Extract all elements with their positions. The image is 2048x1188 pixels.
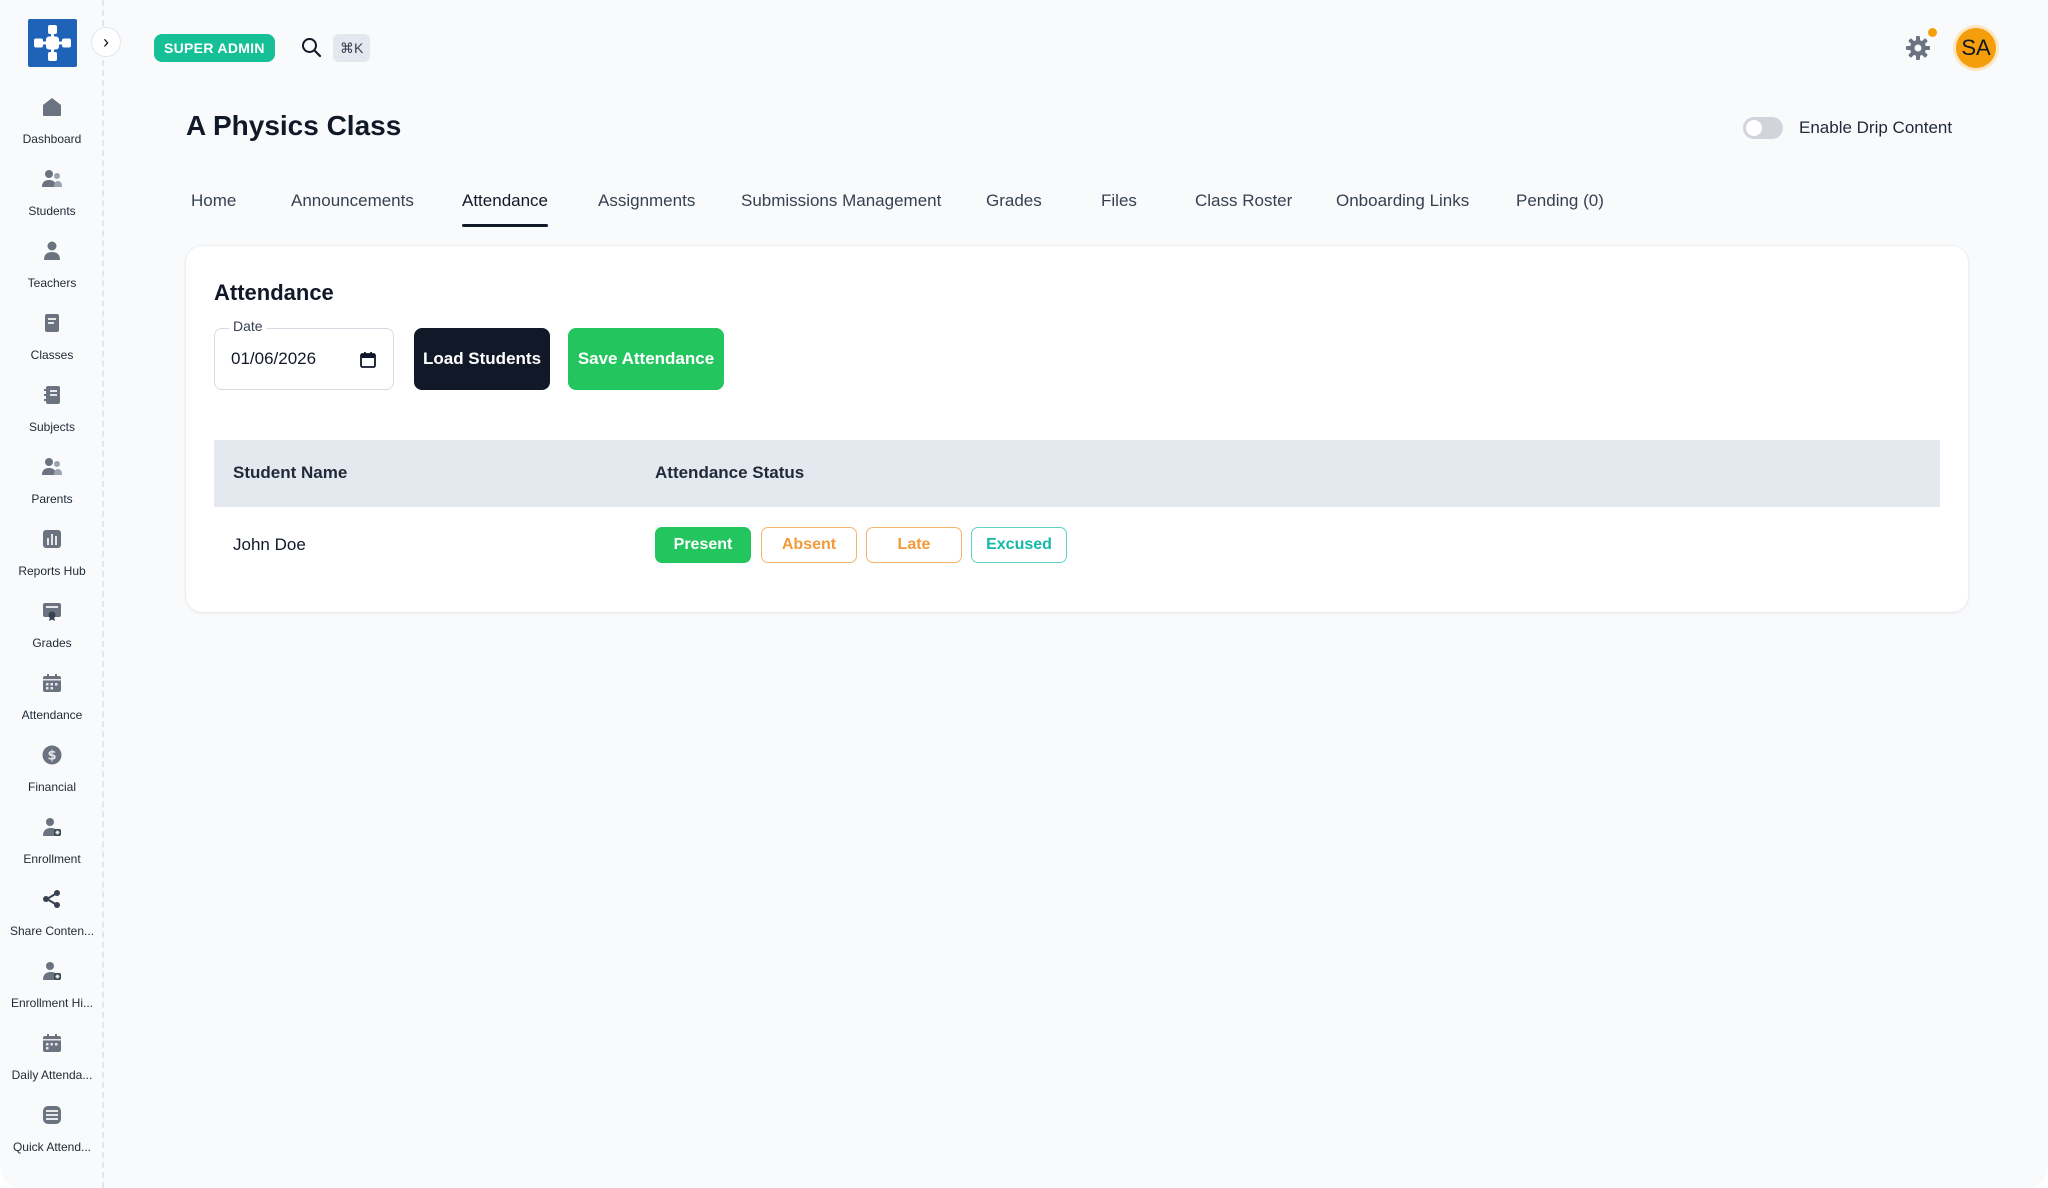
tab-pending[interactable]: Pending (0) — [1516, 188, 1604, 230]
app-logo[interactable] — [28, 19, 77, 67]
card-title: Attendance — [214, 280, 334, 305]
users-icon — [41, 168, 63, 190]
status-excused-button[interactable]: Excused — [971, 527, 1067, 563]
status-present-button[interactable]: Present — [655, 527, 751, 563]
tab-files[interactable]: Files — [1101, 188, 1137, 230]
share-icon — [41, 888, 63, 910]
users-icon — [41, 456, 63, 478]
sidebar-item-dashboard[interactable]: Dashboard — [0, 96, 104, 168]
tab-submissions-management[interactable]: Submissions Management — [741, 188, 941, 230]
attendance-card: Attendance Date Load Students Save Atten… — [186, 246, 1968, 612]
sidebar-item-attendance[interactable]: Attendance — [0, 672, 104, 744]
column-header-student-name: Student Name — [233, 463, 348, 482]
sidebar-collapse-button[interactable]: › — [91, 27, 121, 57]
sidebar-item-label: Classes — [30, 348, 74, 362]
sidebar-item-daily-attendance[interactable]: Daily Attenda... — [0, 1032, 104, 1104]
sidebar-item-classes[interactable]: Classes — [0, 312, 104, 384]
avatar[interactable]: SA — [1956, 28, 1996, 68]
tab-assignments[interactable]: Assignments — [598, 188, 695, 230]
search-icon[interactable] — [300, 36, 322, 58]
tab-class-roster[interactable]: Class Roster — [1195, 188, 1292, 230]
drip-content-toggle[interactable] — [1743, 117, 1783, 139]
sidebar-item-label: Parents — [31, 492, 73, 506]
user-add-icon — [41, 960, 63, 982]
home-icon — [41, 96, 63, 118]
sidebar: Dashboard Students Teachers Classes Subj — [0, 0, 104, 1188]
load-students-button[interactable]: Load Students — [414, 328, 550, 390]
notification-dot — [1928, 28, 1937, 37]
list-check-icon — [41, 1104, 63, 1126]
sidebar-item-label: Subjects — [28, 420, 76, 434]
sidebar-item-financial[interactable]: $ Financial — [0, 744, 104, 816]
date-field-label: Date — [229, 318, 267, 334]
logo-icon — [34, 25, 71, 61]
student-name-cell: John Doe — [233, 535, 306, 554]
calendar-icon[interactable] — [359, 351, 377, 369]
certificate-icon — [41, 600, 63, 622]
sidebar-item-enrollment-history[interactable]: Enrollment Hi... — [0, 960, 104, 1032]
sidebar-item-label: Share Conten... — [9, 924, 95, 938]
gear-icon[interactable] — [1904, 34, 1932, 62]
sidebar-item-label: Financial — [27, 780, 77, 794]
table-header: Student Name Attendance Status — [214, 440, 1940, 507]
status-absent-button[interactable]: Absent — [761, 527, 857, 563]
sidebar-item-label: Quick Attend... — [12, 1140, 92, 1154]
sidebar-item-label: Daily Attenda... — [11, 1068, 93, 1082]
sidebar-item-label: Enrollment Hi... — [10, 996, 94, 1010]
drip-content-label: Enable Drip Content — [1799, 118, 1953, 137]
dollar-icon: $ — [41, 744, 63, 766]
class-tabs: Home Announcements Attendance Assignment… — [0, 188, 2048, 230]
sidebar-item-label: Enrollment — [23, 852, 81, 866]
user-add-icon — [41, 816, 63, 838]
sidebar-item-label: Reports Hub — [18, 564, 86, 578]
sidebar-item-subjects[interactable]: Subjects — [0, 384, 104, 456]
bar-chart-icon — [41, 528, 63, 550]
sidebar-item-quick-attendance[interactable]: Quick Attend... — [0, 1104, 104, 1176]
user-icon — [41, 240, 63, 262]
status-late-button[interactable]: Late — [866, 527, 962, 563]
search-shortcut-hint[interactable]: ⌘K — [333, 34, 371, 62]
book-icon — [41, 312, 63, 334]
svg-text:$: $ — [47, 749, 56, 764]
save-attendance-button[interactable]: Save Attendance — [568, 328, 724, 390]
page-title: A Physics Class — [186, 110, 402, 141]
sidebar-item-enrollment[interactable]: Enrollment — [0, 816, 104, 888]
sidebar-item-label: Attendance — [21, 708, 83, 722]
role-badge: SUPER ADMIN — [154, 34, 275, 62]
app-window: Dashboard Students Teachers Classes Subj — [0, 0, 2048, 1188]
sidebar-item-grades[interactable]: Grades — [0, 600, 104, 672]
column-header-attendance-status: Attendance Status — [655, 463, 805, 482]
chevron-right-icon: › — [103, 31, 109, 52]
sidebar-item-parents[interactable]: Parents — [0, 456, 104, 528]
date-field[interactable]: Date — [214, 318, 394, 390]
table-row: John Doe Present Absent Late Excused — [214, 507, 1940, 585]
sidebar-item-share-content[interactable]: Share Conten... — [0, 888, 104, 960]
tab-announcements[interactable]: Announcements — [291, 188, 414, 230]
tab-home[interactable]: Home — [191, 188, 236, 230]
date-input[interactable] — [231, 349, 351, 369]
sidebar-item-teachers[interactable]: Teachers — [0, 240, 104, 312]
sidebar-item-label: Teachers — [27, 276, 77, 290]
calendar-icon — [41, 1032, 63, 1054]
tab-grades[interactable]: Grades — [986, 188, 1042, 230]
tab-attendance[interactable]: Attendance — [462, 188, 549, 230]
sidebar-item-label: Dashboard — [22, 132, 82, 146]
sidebar-item-reports-hub[interactable]: Reports Hub — [0, 528, 104, 600]
calendar-icon — [41, 672, 63, 694]
notebook-icon — [41, 384, 63, 406]
tab-onboarding-links[interactable]: Onboarding Links — [1336, 188, 1469, 230]
sidebar-item-label: Grades — [32, 636, 72, 650]
